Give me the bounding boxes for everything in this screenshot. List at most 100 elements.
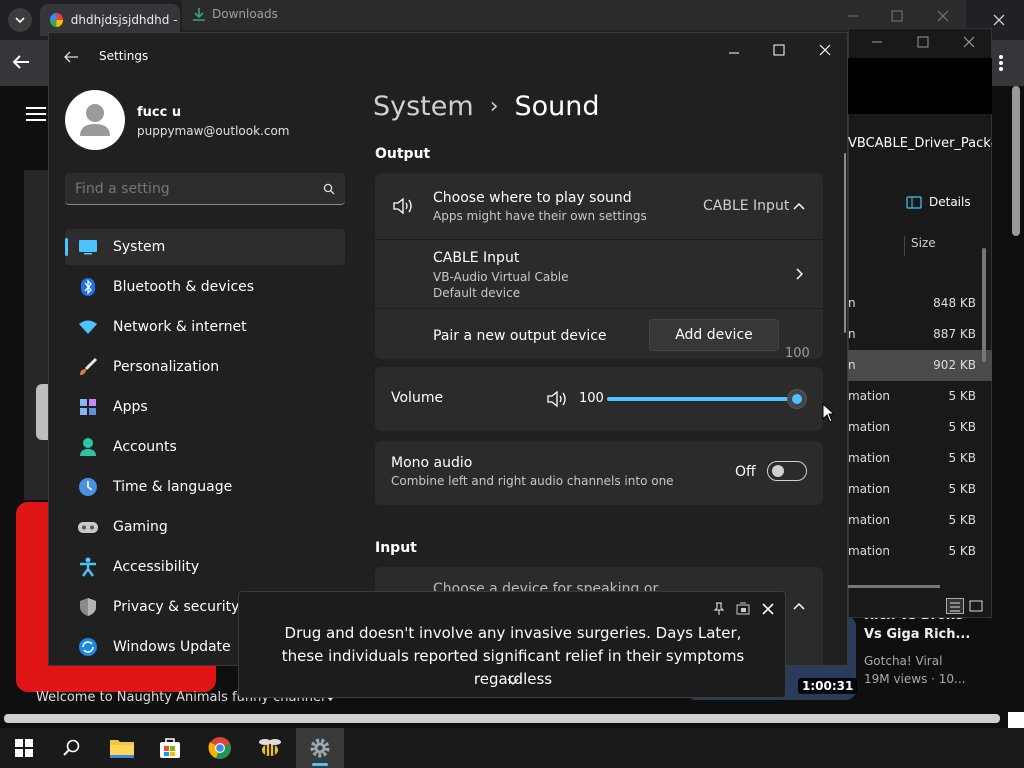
volume-slider-fill	[607, 397, 797, 401]
pin-icon[interactable]	[713, 602, 725, 616]
close-icon[interactable]	[992, 12, 1010, 30]
vertical-scrollbar[interactable]	[1012, 86, 1020, 236]
microsoft-store-button[interactable]	[146, 728, 194, 768]
downloads-minimize-icon[interactable]	[846, 8, 860, 22]
video-meta: Gotcha! Viral 19M views · 10...	[864, 652, 965, 688]
wifi-icon	[77, 316, 99, 338]
app-button[interactable]	[246, 728, 294, 768]
caption-expand-icon[interactable]	[507, 678, 519, 686]
output-device-name: CABLE Input	[433, 250, 520, 266]
explorer-hscrollbar[interactable]	[848, 585, 940, 588]
download-icon	[193, 8, 205, 21]
output-section-title: Output	[375, 146, 431, 162]
toggle-knob	[772, 465, 784, 477]
person-icon	[77, 436, 99, 458]
list-item[interactable]: n 902 KB	[848, 350, 992, 381]
sidebar-item-gaming[interactable]: Gaming	[65, 509, 345, 545]
volume-speaker-icon[interactable]	[547, 390, 569, 408]
list-item[interactable]: n 848 KB	[848, 288, 992, 319]
caption-close-icon[interactable]	[762, 603, 774, 615]
search-input[interactable]	[75, 179, 305, 199]
list-item[interactable]: n 887 KB	[848, 319, 992, 350]
list-item[interactable]: mation 5 KB	[848, 412, 992, 443]
output-device-default: Default device	[433, 286, 521, 300]
close-button[interactable]	[818, 42, 832, 56]
more-menu-icon[interactable]	[998, 54, 1006, 72]
settings-back-button[interactable]	[63, 49, 83, 65]
volume-slider[interactable]	[607, 389, 807, 409]
add-device-button[interactable]: Add device	[649, 319, 779, 351]
downloads-close-icon[interactable]	[936, 8, 950, 22]
chevron-up-icon[interactable]	[793, 602, 805, 610]
tab-search-button[interactable]	[8, 8, 32, 32]
video-channel[interactable]: Gotcha! Viral	[864, 652, 965, 670]
mono-audio-title: Mono audio	[391, 455, 473, 471]
horizontal-scrollbar[interactable]	[4, 714, 1000, 723]
file-name: n	[848, 327, 856, 341]
sidebar-item-personalization[interactable]: Personalization	[65, 349, 345, 385]
list-item[interactable]: mation 5 KB	[848, 474, 992, 505]
back-arrow-icon[interactable]	[12, 54, 32, 72]
choose-output-row[interactable]: Choose where to play sound Apps might ha…	[375, 173, 823, 239]
breadcrumb-parent[interactable]: System	[373, 91, 474, 122]
file-name: n	[848, 358, 856, 372]
hamburger-menu-icon[interactable]	[26, 106, 46, 122]
downloads-maximize-icon[interactable]	[890, 8, 904, 22]
details-label: Details	[929, 195, 971, 209]
file-size: 848 KB	[933, 296, 976, 310]
caption-settings-icon[interactable]	[736, 602, 750, 616]
folder-icon	[110, 740, 134, 758]
tiles-view-icon[interactable]	[968, 598, 986, 614]
apps-icon	[77, 396, 99, 418]
file-name: mation	[848, 544, 891, 558]
sidebar-item-network-internet[interactable]: Network & internet	[65, 309, 345, 345]
list-item[interactable]: mation 5 KB	[848, 505, 992, 536]
bee-app-icon	[259, 739, 281, 756]
sidebar-item-label: System	[113, 239, 166, 255]
minimize-button[interactable]	[727, 45, 741, 59]
list-item[interactable]: mation 5 KB	[848, 381, 992, 412]
volume-slider-thumb[interactable]	[787, 389, 807, 409]
list-item[interactable]: mation 5 KB	[848, 443, 992, 474]
chrome-button[interactable]	[196, 728, 244, 768]
file-size: 5 KB	[948, 513, 976, 527]
sidebar-item-accounts[interactable]: Accounts	[65, 429, 345, 465]
search-icon[interactable]	[323, 183, 335, 195]
list-item[interactable]: mation 5 KB	[848, 536, 992, 567]
output-device-row[interactable]: CABLE Input VB-Audio Virtual Cable Defau…	[375, 240, 823, 308]
settings-scrollbar[interactable]	[844, 153, 846, 333]
explorer-close-icon[interactable]	[962, 34, 976, 48]
video-duration: 1:00:31	[798, 678, 858, 694]
details-button[interactable]: Details	[906, 195, 971, 209]
downloads-title-text: Downloads	[212, 7, 278, 21]
mono-audio-state: Off	[735, 464, 756, 480]
sidebar-item-bluetooth-devices[interactable]: Bluetooth & devices	[65, 269, 345, 305]
choose-output-title: Choose where to play sound	[433, 190, 632, 206]
file-size: 5 KB	[948, 420, 976, 434]
start-button[interactable]	[0, 728, 48, 768]
sidebar-item-label: Apps	[113, 399, 148, 415]
mono-audio-toggle[interactable]	[767, 461, 807, 481]
list-view-icon[interactable]	[946, 598, 964, 614]
sidebar-item-apps[interactable]: Apps	[65, 389, 345, 425]
search-box[interactable]	[65, 173, 345, 205]
taskbar-search-button[interactable]	[48, 728, 96, 768]
chevron-up-icon[interactable]	[793, 202, 805, 210]
sidebar-item-system[interactable]: System	[65, 229, 345, 265]
sidebar-item-label: Gaming	[113, 519, 168, 535]
sidebar-item-label: Bluetooth & devices	[113, 279, 255, 295]
file-name: mation	[848, 513, 891, 527]
maximize-button[interactable]	[772, 42, 786, 56]
explorer-maximize-icon[interactable]	[916, 34, 930, 48]
sidebar-item-time-language[interactable]: Time & language	[65, 469, 345, 505]
explorer-minimize-icon[interactable]	[870, 34, 884, 48]
sidebar-item-accessibility[interactable]: Accessibility	[65, 549, 345, 585]
store-icon	[160, 738, 180, 758]
explorer-scrollbar[interactable]	[982, 248, 986, 362]
accessibility-icon	[77, 556, 99, 578]
size-column-header[interactable]: Size	[904, 236, 936, 256]
file-explorer-button[interactable]	[98, 728, 146, 768]
avatar[interactable]	[65, 90, 125, 150]
settings-taskbar-button[interactable]	[296, 728, 344, 768]
file-name: mation	[848, 451, 891, 465]
